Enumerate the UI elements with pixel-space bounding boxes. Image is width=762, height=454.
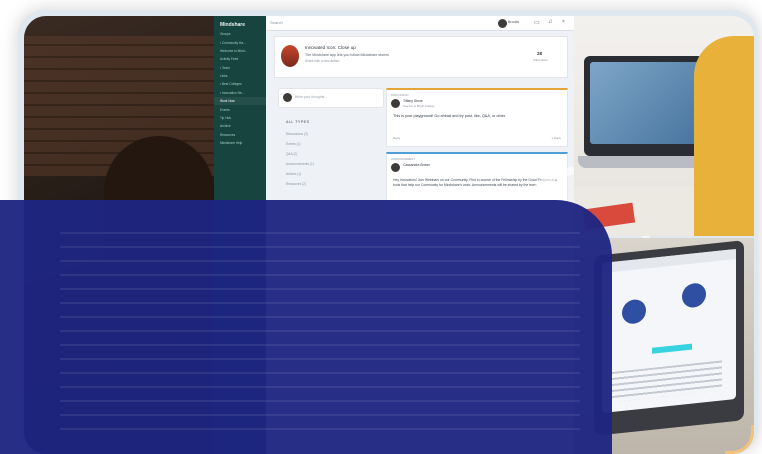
compose-box[interactable]: Write your thoughts... <box>278 88 384 108</box>
highlight-bar <box>652 343 692 354</box>
filter-item[interactable]: Discussions (3) <box>286 132 308 136</box>
search-input[interactable]: Search <box>270 20 283 25</box>
sidebar-list: Groups • Community Ha... Welcome to Mind… <box>214 30 266 147</box>
course-screen <box>602 248 736 414</box>
sidebar-item[interactable]: • Best Colleges <box>214 80 266 88</box>
post-author[interactable]: Tiffany Stone <box>403 99 423 103</box>
reply-button[interactable]: Reply <box>393 136 400 140</box>
group-meta[interactable]: Share with a new author <box>305 59 339 63</box>
filter-item[interactable]: Events (1) <box>286 142 301 146</box>
filter-item[interactable]: Resources (2) <box>286 182 306 186</box>
group-avatar <box>281 45 299 67</box>
group-subtitle: The Mindshare app lets you follow Mindsh… <box>305 53 389 57</box>
sidebar-item[interactable]: Resources <box>214 131 266 139</box>
post-card[interactable]: DISCUSSION Tiffany Stone Teacher at Brig… <box>386 88 568 147</box>
browser-bar <box>602 248 736 274</box>
sidebar-item[interactable]: Activity Feed <box>214 55 266 63</box>
text-lines <box>612 360 722 402</box>
post-author-role: Teacher at Bright College <box>403 104 435 108</box>
filter-item[interactable]: Q&A (2) <box>286 152 297 156</box>
close-icon[interactable]: × <box>562 19 565 25</box>
group-header-card: Innovated Icon: Close up The Mindshare a… <box>274 36 568 78</box>
course-badge-icon <box>622 298 646 325</box>
sidebar-item[interactable]: Mindshare Help <box>214 139 266 147</box>
compose-placeholder[interactable]: Write your thoughts... <box>295 95 327 99</box>
sidebar-item[interactable]: Events <box>214 105 266 113</box>
avatar <box>283 93 292 102</box>
sidebar-item[interactable]: Links <box>214 72 266 80</box>
avatar[interactable] <box>498 18 507 28</box>
post-type-label: DISCUSSION <box>391 93 409 97</box>
filter-item[interactable]: Announcements (1) <box>286 162 314 166</box>
bell-icon[interactable]: ♫ <box>548 19 553 25</box>
avatar <box>391 99 400 108</box>
avatar <box>391 163 400 172</box>
course-badge-icon <box>682 282 706 309</box>
reply-count[interactable]: 1 Reply <box>552 136 561 140</box>
app-topbar: Search Brooks ▭ ♫ × <box>266 16 574 31</box>
photo-video-call-tile <box>574 16 754 236</box>
inbox-icon[interactable]: ▭ <box>534 19 540 26</box>
filter-label: ALL TYPES <box>286 120 310 124</box>
sidebar-item[interactable]: • Community Ha... <box>214 38 266 46</box>
post-body: This is your playground! Go ahead and tr… <box>393 114 506 118</box>
post-author[interactable]: Cassandra Brown <box>403 163 430 167</box>
sidebar-item[interactable]: Tip Hub <box>214 114 266 122</box>
sidebar-item-active[interactable]: Work Now <box>214 97 266 106</box>
sidebar-item[interactable]: Welcome to Mind... <box>214 47 266 55</box>
sidebar-item[interactable]: Groups <box>214 30 266 38</box>
subscriber-count-label: Subscribers <box>533 58 548 62</box>
group-title: Innovated Icon: Close up <box>305 45 356 50</box>
person-yellow-sweater <box>694 36 754 236</box>
laptop-course <box>594 240 744 436</box>
overlay-texture <box>60 230 580 430</box>
sidebar-item[interactable]: • Team <box>214 64 266 72</box>
sidebar-item[interactable]: Archive <box>214 122 266 130</box>
user-name[interactable]: Brooks <box>508 20 519 24</box>
filter-item[interactable]: Articles (1) <box>286 172 301 176</box>
sidebar-item[interactable]: • Innovation Ne... <box>214 89 266 97</box>
sidebar-title: Mindshare <box>220 22 246 28</box>
post-type-label: ANNOUNCEMENT <box>391 157 415 161</box>
subscriber-count: 28 <box>537 51 543 56</box>
